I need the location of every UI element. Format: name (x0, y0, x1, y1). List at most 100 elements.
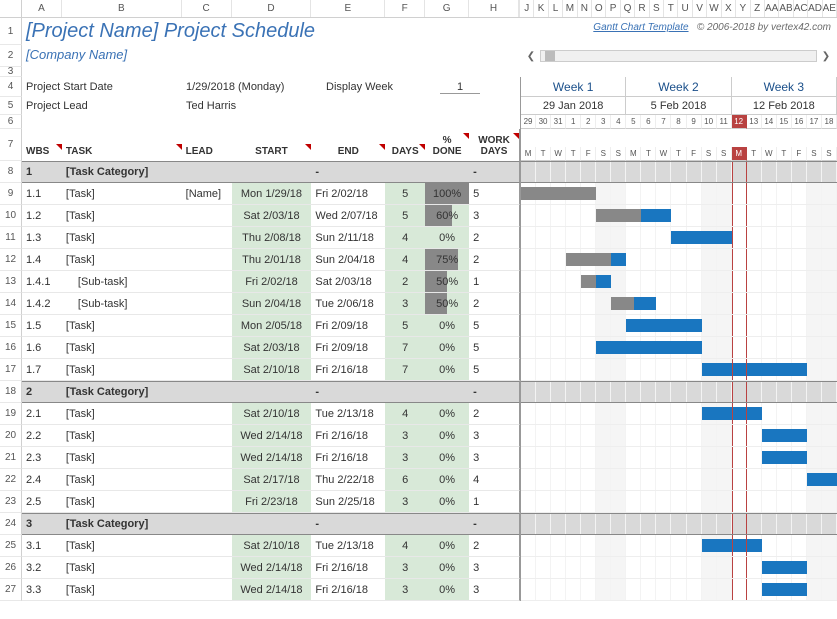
task-name[interactable]: [Task] (62, 183, 182, 204)
start-cell[interactable]: Mon 1/29/18 (232, 183, 312, 204)
wdays-cell[interactable]: 5 (469, 315, 519, 336)
row-header[interactable]: 22 (0, 469, 22, 491)
wbs-cell[interactable]: 1.6 (22, 337, 62, 358)
wbs-cell[interactable]: 2 (22, 382, 62, 402)
done-cell[interactable]: 50% (425, 271, 469, 292)
task-row[interactable]: 111.3[Task]Thu 2/08/18Sun 2/11/1840%2 (0, 227, 837, 249)
col-header[interactable]: M (563, 0, 577, 17)
days-cell[interactable]: 3 (385, 579, 425, 600)
wbs-cell[interactable]: 2.1 (22, 403, 62, 424)
project-lead-value[interactable]: Ted Harris (182, 100, 322, 112)
start-date-value[interactable]: 1/29/2018 (Monday) (182, 81, 322, 93)
task-row[interactable]: 192.1[Task]Sat 2/10/18Tue 2/13/1840%2 (0, 403, 837, 425)
row-header[interactable]: 10 (0, 205, 22, 227)
col-header[interactable]: AD (808, 0, 822, 17)
days-cell[interactable]: 3 (385, 293, 425, 314)
done-cell[interactable]: 0% (425, 491, 469, 512)
category-row[interactable]: 81[Task Category]-- (0, 161, 837, 183)
done-cell[interactable]: 0% (425, 337, 469, 358)
start-cell[interactable]: Thu 2/01/18 (232, 249, 312, 270)
wbs-cell[interactable]: 1.3 (22, 227, 62, 248)
days-cell[interactable]: 3 (385, 557, 425, 578)
col-header[interactable]: N (578, 0, 592, 17)
col-header[interactable]: AA (765, 0, 779, 17)
end-cell[interactable]: Tue 2/13/18 (311, 403, 385, 424)
wbs-cell[interactable]: 2.4 (22, 469, 62, 490)
col-header[interactable]: T (664, 0, 678, 17)
days-cell[interactable] (385, 162, 425, 182)
end-cell[interactable]: Fri 2/16/18 (311, 557, 385, 578)
wdays-cell[interactable]: 1 (469, 491, 519, 512)
col-header[interactable]: W (707, 0, 721, 17)
wdays-cell[interactable]: 4 (469, 469, 519, 490)
wbs-cell[interactable]: 1 (22, 162, 62, 182)
wdays-cell[interactable]: 2 (469, 403, 519, 424)
col-header[interactable]: AC (794, 0, 808, 17)
days-cell[interactable]: 5 (385, 205, 425, 226)
gantt-bar[interactable] (671, 231, 731, 244)
task-row[interactable]: 121.4[Task]Thu 2/01/18Sun 2/04/18475%2 (0, 249, 837, 271)
task-row[interactable]: 131.4.1[Sub-task]Fri 2/02/18Sat 2/03/182… (0, 271, 837, 293)
row-header[interactable]: 17 (0, 359, 22, 381)
wbs-cell[interactable]: 3.1 (22, 535, 62, 556)
task-row[interactable]: 161.6[Task]Sat 2/03/18Fri 2/09/1870%5 (0, 337, 837, 359)
end-cell[interactable]: Fri 2/09/18 (311, 337, 385, 358)
row-header[interactable]: 8 (0, 161, 22, 183)
task-name[interactable]: [Task] (62, 491, 182, 512)
row-header[interactable]: 21 (0, 447, 22, 469)
row-header[interactable]: 4 (0, 77, 22, 97)
lead-cell[interactable] (182, 491, 232, 512)
lead-cell[interactable] (182, 162, 232, 182)
lead-cell[interactable] (182, 514, 232, 534)
col-header[interactable]: R (635, 0, 649, 17)
row-header[interactable]: 18 (0, 381, 22, 403)
wdays-cell[interactable]: 5 (469, 337, 519, 358)
start-cell[interactable]: Wed 2/14/18 (232, 579, 312, 600)
days-cell[interactable]: 3 (385, 425, 425, 446)
row-header[interactable]: 25 (0, 535, 22, 557)
task-row[interactable]: 212.3[Task]Wed 2/14/18Fri 2/16/1830%3 (0, 447, 837, 469)
task-row[interactable]: 202.2[Task]Wed 2/14/18Fri 2/16/1830%3 (0, 425, 837, 447)
start-cell[interactable]: Sun 2/04/18 (232, 293, 312, 314)
col-header[interactable]: F (385, 0, 425, 17)
scroll-left-icon[interactable]: ❮ (524, 49, 538, 63)
wdays-cell[interactable]: 2 (469, 293, 519, 314)
start-cell[interactable]: Wed 2/14/18 (232, 425, 312, 446)
template-link[interactable]: Gantt Chart Template (593, 22, 688, 33)
wbs-cell[interactable]: 1.2 (22, 205, 62, 226)
col-task[interactable]: TASK (62, 144, 182, 161)
wbs-cell[interactable]: 3.2 (22, 557, 62, 578)
days-cell[interactable]: 5 (385, 183, 425, 204)
lead-cell[interactable] (182, 249, 232, 270)
wbs-cell[interactable]: 1.4.2 (22, 293, 62, 314)
days-cell[interactable]: 5 (385, 315, 425, 336)
task-row[interactable]: 91.1[Task][Name]Mon 1/29/18Fri 2/02/1851… (0, 183, 837, 205)
task-name[interactable]: [Sub-task] (62, 293, 182, 314)
gantt-bar[interactable] (626, 319, 701, 332)
end-cell[interactable]: Tue 2/13/18 (311, 535, 385, 556)
start-cell[interactable] (232, 162, 312, 182)
task-name[interactable]: [Task] (62, 403, 182, 424)
task-row[interactable]: 151.5[Task]Mon 2/05/18Fri 2/09/1850%5 (0, 315, 837, 337)
lead-cell[interactable] (182, 271, 232, 292)
end-cell[interactable]: - (311, 514, 385, 534)
end-cell[interactable]: - (311, 162, 385, 182)
task-name[interactable]: [Task] (62, 227, 182, 248)
done-cell[interactable] (425, 514, 469, 534)
col-header[interactable]: AB (779, 0, 793, 17)
lead-cell[interactable] (182, 227, 232, 248)
gantt-bar[interactable] (702, 363, 807, 376)
start-cell[interactable]: Sat 2/10/18 (232, 359, 312, 380)
end-cell[interactable]: Fri 2/16/18 (311, 447, 385, 468)
wbs-cell[interactable]: 3.3 (22, 579, 62, 600)
col-work-days[interactable]: WORK DAYS (469, 133, 519, 161)
wbs-cell[interactable]: 2.5 (22, 491, 62, 512)
wdays-cell[interactable]: 3 (469, 447, 519, 468)
start-cell[interactable] (232, 514, 312, 534)
end-cell[interactable]: Thu 2/22/18 (311, 469, 385, 490)
row-header[interactable]: 24 (0, 513, 22, 535)
wdays-cell[interactable]: 3 (469, 205, 519, 226)
end-cell[interactable]: Fri 2/02/18 (311, 183, 385, 204)
col-lead[interactable]: LEAD (182, 144, 232, 161)
end-cell[interactable]: Sat 2/03/18 (311, 271, 385, 292)
